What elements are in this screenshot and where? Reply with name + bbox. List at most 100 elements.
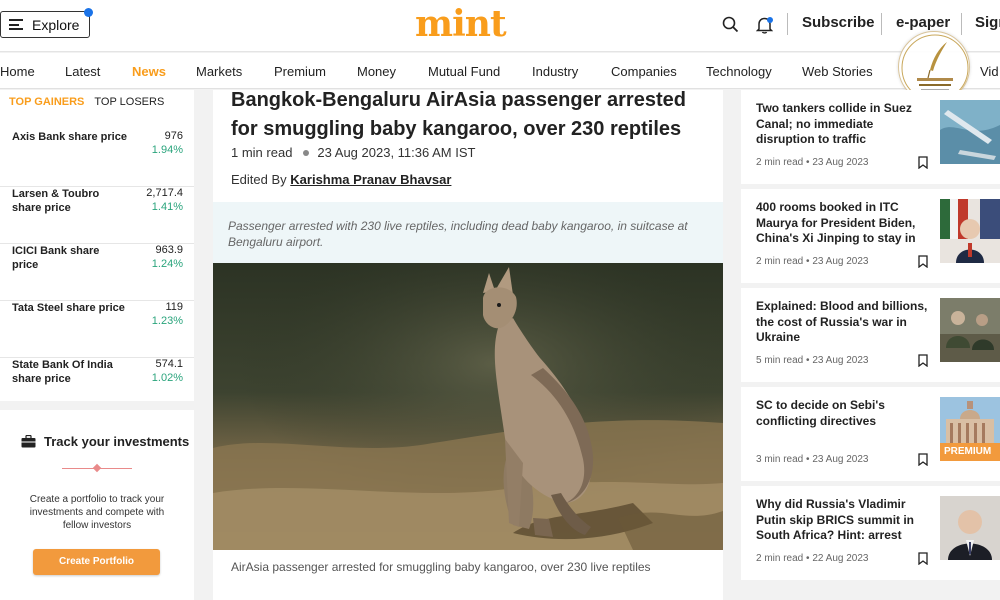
nav-item-technology[interactable]: Technology	[706, 64, 772, 79]
story-thumbnail-ukraine	[940, 298, 1000, 362]
nav-item-industry[interactable]: Industry	[532, 64, 578, 79]
hamburger-icon	[9, 19, 23, 30]
story-title[interactable]: 400 rooms booked in ITC Maurya for Presi…	[756, 200, 932, 247]
meta-separator	[303, 149, 310, 156]
bookmark-icon[interactable]	[918, 255, 928, 268]
stock-change: 1.02%	[151, 372, 183, 384]
story-date: 22 Aug 2023	[812, 553, 869, 564]
story-card[interactable]: 400 rooms booked in ITC Maurya for Presi…	[741, 189, 1000, 283]
story-card[interactable]: Why did Russia's Vladimir Putin skip BRI…	[741, 486, 1000, 580]
story-date: 23 Aug 2023	[812, 355, 869, 366]
nav-item-premium[interactable]: Premium	[274, 64, 326, 79]
stock-price: 976	[164, 130, 183, 142]
bookmark-icon[interactable]	[918, 354, 928, 367]
image-caption: AirAsia passenger arrested for smuggling…	[231, 560, 651, 574]
stock-name: Tata Steel share price	[12, 302, 125, 314]
article-summary: Passenger arrested with 230 live reptile…	[213, 202, 723, 263]
nav-item-companies[interactable]: Companies	[611, 64, 677, 79]
article: Bangkok-Bengaluru AirAsia passenger arre…	[213, 89, 723, 600]
tab-top-gainers[interactable]: TOP GAINERS	[9, 96, 84, 108]
epaper-link[interactable]: e-paper	[896, 14, 950, 31]
story-card[interactable]: Explained: Blood and billions, the cost …	[741, 288, 1000, 382]
bookmark-icon[interactable]	[918, 156, 928, 169]
bookmark-icon[interactable]	[918, 552, 928, 565]
track-title: Track your investments	[44, 434, 190, 449]
stock-row[interactable]: ICICI Bank share price 963.9 1.24%	[0, 244, 194, 301]
editor-link[interactable]: Karishma Pranav Bhavsar	[290, 172, 451, 187]
story-thumbnail-putin	[940, 496, 1000, 560]
story-thumbnail-biden	[940, 199, 1000, 263]
edited-by: Edited By Karishma Pranav Bhavsar	[231, 172, 451, 187]
stock-price: 574.1	[155, 358, 183, 370]
market-tabs: TOP GAINERS TOP LOSERS	[9, 96, 164, 108]
nav-item-web-stories[interactable]: Web Stories	[802, 64, 873, 79]
stock-row[interactable]: Axis Bank share price 976 1.94%	[0, 130, 194, 187]
story-meta: 5 min read • 23 Aug 2023	[756, 355, 869, 366]
article-headline: Bangkok-Bengaluru AirAsia passenger arre…	[231, 89, 686, 140]
story-read-time: 2 min read	[756, 553, 804, 564]
section-nav: Home Latest News Markets Premium Money M…	[0, 53, 1000, 89]
premium-badge: PREMIUM	[940, 443, 1000, 461]
stock-name: ICICI Bank share price	[12, 245, 100, 271]
nav-item-latest[interactable]: Latest	[65, 64, 100, 79]
nav-item-mutual-fund[interactable]: Mutual Fund	[428, 64, 500, 79]
story-title[interactable]: Explained: Blood and billions, the cost …	[756, 299, 932, 346]
story-card[interactable]: Two tankers collide in Suez Canal; no im…	[741, 90, 1000, 184]
search-icon[interactable]	[722, 16, 739, 33]
story-meta: 2 min read • 23 Aug 2023	[756, 256, 869, 267]
story-date: 23 Aug 2023	[812, 157, 869, 168]
stock-price: 2,717.4	[146, 187, 183, 199]
notification-dot	[84, 8, 93, 17]
story-thumbnail-supreme-court: PREMIUM	[940, 397, 1000, 461]
story-card[interactable]: SC to decide on Sebi's conflicting direc…	[741, 387, 1000, 481]
track-description: Create a portfolio to track your investm…	[29, 494, 165, 531]
read-time: 1 min read	[231, 145, 293, 160]
edited-prefix: Edited By	[231, 172, 287, 187]
bell-badge	[767, 17, 773, 23]
stock-name: State Bank Of India share price	[12, 359, 113, 385]
stock-row[interactable]: State Bank Of India share price 574.1 1.…	[0, 358, 194, 415]
stock-price: 963.9	[155, 244, 183, 256]
story-read-time: 2 min read	[756, 157, 804, 168]
stock-name: Larsen & Toubro share price	[12, 188, 100, 214]
stock-name: Axis Bank share price	[12, 131, 127, 143]
tab-top-losers[interactable]: TOP LOSERS	[94, 96, 164, 108]
create-portfolio-button[interactable]: Create Portfolio	[33, 549, 160, 575]
nav-item-videos[interactable]: Vid	[980, 64, 999, 79]
stock-change: 1.94%	[151, 144, 183, 156]
stock-change: 1.24%	[151, 258, 183, 270]
stock-change: 1.41%	[151, 201, 183, 213]
hero-image-kangaroo	[213, 263, 723, 550]
track-investments-card: Track your investments Create a portfoli…	[0, 410, 194, 600]
stock-row[interactable]: Larsen & Toubro share price 2,717.4 1.41…	[0, 187, 194, 244]
briefcase-icon	[21, 435, 36, 448]
bookmark-icon[interactable]	[918, 453, 928, 466]
stock-price: 119	[165, 301, 183, 313]
nav-item-money[interactable]: Money	[357, 64, 396, 79]
story-read-time: 5 min read	[756, 355, 804, 366]
header-divider	[881, 13, 882, 35]
publish-datetime: 23 Aug 2023, 11:36 AM IST	[317, 145, 476, 160]
story-date: 23 Aug 2023	[812, 256, 869, 267]
story-title[interactable]: SC to decide on Sebi's conflicting direc…	[756, 398, 932, 429]
nav-item-news[interactable]: News	[132, 64, 166, 79]
nav-item-home[interactable]: Home	[0, 64, 35, 79]
header-divider	[787, 13, 788, 35]
story-meta: 2 min read • 23 Aug 2023	[756, 157, 869, 168]
explore-button[interactable]: Explore	[0, 8, 93, 38]
stock-change: 1.23%	[151, 315, 183, 327]
mint-logo[interactable]: mint	[415, 3, 507, 45]
explore-label: Explore	[32, 16, 80, 33]
stock-row[interactable]: Tata Steel share price 119 1.23%	[0, 301, 194, 358]
top-header: Explore mint Subscribe e-paper Sign	[0, 0, 1000, 52]
subscribe-link[interactable]: Subscribe	[802, 14, 875, 31]
story-title[interactable]: Why did Russia's Vladimir Putin skip BRI…	[756, 497, 932, 544]
nav-item-markets[interactable]: Markets	[196, 64, 242, 79]
story-thumbnail-tankers	[940, 100, 1000, 164]
article-meta: 1 min read 23 Aug 2023, 11:36 AM IST	[231, 145, 475, 160]
signin-link[interactable]: Sign	[975, 14, 1000, 31]
story-title[interactable]: Two tankers collide in Suez Canal; no im…	[756, 101, 932, 148]
story-meta: 2 min read • 22 Aug 2023	[756, 553, 869, 564]
story-read-time: 2 min read	[756, 256, 804, 267]
divider-ornament	[92, 463, 102, 473]
